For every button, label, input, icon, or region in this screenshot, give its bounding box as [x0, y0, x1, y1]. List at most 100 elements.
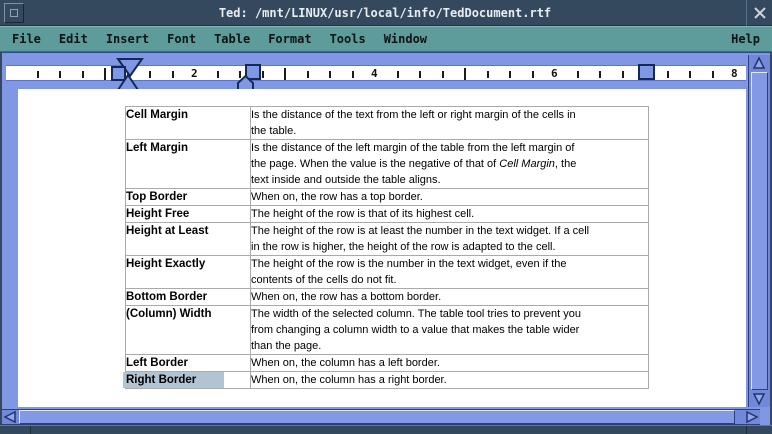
definition-cell[interactable]: Is the distance of the text from the lef…	[251, 107, 649, 140]
vertical-scroll-thumb[interactable]	[751, 72, 768, 390]
term-cell[interactable]: Height at Least	[126, 223, 251, 256]
table-row: Left BorderWhen on, the column has a lef…	[126, 355, 649, 372]
term-text: Cell Margin	[126, 109, 188, 121]
text-segment: than the page.	[251, 340, 321, 352]
ted-window: Ted: /mnt/LINUX/usr/local/info/TedDocume…	[0, 0, 772, 434]
term-cell[interactable]: Height Exactly	[126, 256, 251, 289]
frame-notch	[30, 426, 31, 434]
definition-line: The height of the row is the number in t…	[251, 256, 648, 272]
ruler-tick	[667, 71, 669, 78]
close-icon	[754, 7, 766, 19]
scroll-left-icon	[3, 410, 17, 424]
definition-line: the table.	[251, 123, 648, 139]
term-cell[interactable]: Right Border	[126, 372, 251, 389]
table-row: Cell Margin Is the distance of the text f…	[126, 107, 649, 140]
definition-cell[interactable]: When on, the row has a bottom border.	[251, 289, 649, 306]
term-cell[interactable]: Left Border	[126, 355, 251, 372]
text-segment: When on, the column has a left border.	[251, 357, 440, 369]
term-cell[interactable]: Left Margin	[126, 140, 251, 189]
term-cell[interactable]: (Column) Width	[126, 306, 251, 355]
ruler-tick	[577, 71, 579, 78]
scroll-right-button[interactable]	[744, 409, 760, 425]
ruler-tick	[37, 71, 39, 78]
term-text: Bottom Border	[126, 291, 207, 303]
text-segment: When on, the column has a right border.	[251, 374, 447, 386]
italic-text: Cell Margin	[499, 158, 555, 170]
document-page[interactable]: Cell Margin Is the distance of the text f…	[18, 89, 746, 407]
text-segment: Is the distance of the text from the lef…	[251, 109, 576, 121]
ruler[interactable]: 2468	[6, 65, 746, 81]
term-text: (Column) Width	[126, 308, 211, 320]
definition-cell[interactable]: The height of the row is that of its hig…	[251, 206, 649, 223]
horizontal-scroll-thumb[interactable]	[19, 410, 735, 424]
text-segment: When on, the row has a bottom border.	[251, 291, 441, 303]
ruler-tick	[712, 71, 714, 78]
text-segment: text inside and outside the table aligns…	[251, 174, 441, 186]
window-menu-button[interactable]	[4, 3, 24, 23]
menu-help[interactable]: Help	[729, 30, 762, 48]
term-text: Height at Least	[126, 225, 208, 237]
menu-font[interactable]: Font	[165, 30, 198, 48]
scroll-up-button[interactable]	[751, 55, 767, 71]
definition-cell[interactable]: When on, the column has a right border.	[251, 372, 649, 389]
menu-window[interactable]: Window	[382, 30, 429, 48]
table-row: (Column) Width The width of the selected …	[126, 306, 649, 355]
definition-cell[interactable]: The width of the selected column. The ta…	[251, 306, 649, 355]
scroll-up-icon	[752, 56, 766, 70]
definition-line: than the page.	[251, 338, 648, 354]
scroll-left-button[interactable]	[2, 409, 18, 425]
menu-table[interactable]: Table	[212, 30, 252, 48]
ruler-number: 4	[371, 67, 378, 81]
ruler-number: 6	[551, 67, 558, 81]
menu-insert[interactable]: Insert	[104, 30, 151, 48]
term-cell[interactable]: Cell Margin	[126, 107, 251, 140]
window-menu-icon	[10, 9, 18, 17]
menu-file[interactable]: File	[10, 30, 43, 48]
definition-line: Is the distance of the left margin of th…	[251, 140, 648, 156]
text-segment: from changing a column width to a value …	[251, 324, 579, 336]
ruler-tick	[464, 68, 466, 80]
ruler-tick	[104, 68, 106, 80]
term-cell[interactable]: Height Free	[126, 206, 251, 223]
definition-cell[interactable]: The height of the row is the number in t…	[251, 256, 649, 289]
definition-line: The height of the row is at least the nu…	[251, 223, 648, 239]
ruler-tick	[329, 71, 331, 78]
definition-cell[interactable]: When on, the row has a top border.	[251, 189, 649, 206]
selected-term-text: Right Border	[123, 372, 224, 388]
term-cell[interactable]: Top Border	[126, 189, 251, 206]
term-text: Height Free	[126, 208, 189, 220]
ruler-number: 8	[731, 67, 738, 81]
ruler-tick	[442, 71, 444, 78]
definition-line: in the row is higher, the height of the …	[251, 239, 648, 255]
text-segment: the table.	[251, 125, 296, 137]
term-cell[interactable]: Bottom Border	[126, 289, 251, 306]
ruler-tick	[239, 71, 241, 78]
table-row: Right Border When on, the column has a ri…	[126, 372, 649, 389]
menu-edit[interactable]: Edit	[57, 30, 90, 48]
text-segment: The height of the row is that of its hig…	[251, 208, 474, 220]
ruler-tick	[419, 71, 421, 78]
scroll-down-icon	[752, 392, 766, 406]
text-segment: The width of the selected column. The ta…	[251, 308, 581, 320]
table-row: Height ExactlyThe height of the row is t…	[126, 256, 649, 289]
vertical-scrollbar[interactable]	[748, 55, 770, 407]
menu-tools[interactable]: Tools	[328, 30, 368, 48]
horizontal-scrollbar[interactable]	[2, 409, 760, 425]
ruler-tick	[82, 71, 84, 78]
definition-line: The height of the row is that of its hig…	[251, 206, 648, 222]
definition-cell[interactable]: Is the distance of the left margin of th…	[251, 140, 649, 189]
definition-cell[interactable]: When on, the column has a left border.	[251, 355, 649, 372]
titlebar[interactable]: Ted: /mnt/LINUX/usr/local/info/TedDocume…	[0, 0, 772, 26]
menu-format[interactable]: Format	[266, 30, 313, 48]
scroll-down-button[interactable]	[751, 391, 767, 407]
ruler-tick	[172, 71, 174, 78]
definition-line: contents of the cells do not fit.	[251, 272, 648, 288]
text-segment: the page. When the value is the negative…	[251, 158, 499, 170]
close-button[interactable]	[746, 0, 772, 26]
menubar: File Edit Insert Font Table Format Tools Window…	[0, 26, 772, 52]
definition-cell[interactable]: The height of the row is at least the nu…	[251, 223, 649, 256]
ruler-tick	[397, 71, 399, 78]
ruler-tick	[284, 68, 286, 80]
definition-line: from changing a column width to a value …	[251, 322, 648, 338]
window-bottom-frame[interactable]	[0, 425, 772, 434]
